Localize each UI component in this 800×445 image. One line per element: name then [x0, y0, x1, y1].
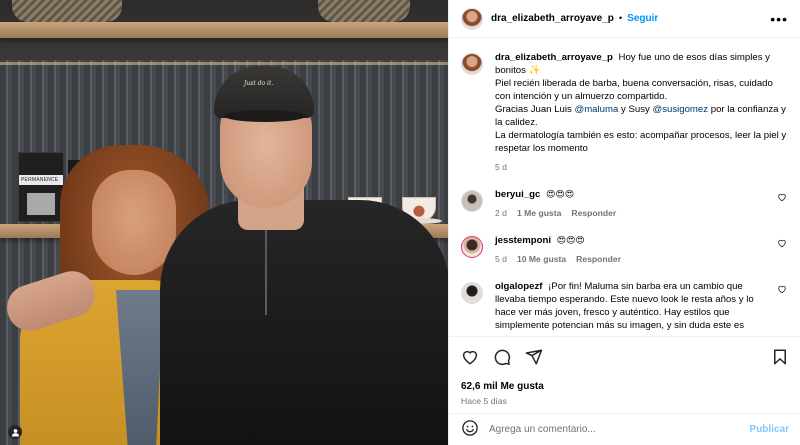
mention-link[interactable]: @susigomez: [652, 104, 708, 115]
caption-line: Piel recién liberada de barba, buena con…: [495, 78, 773, 102]
commenter-avatar[interactable]: [461, 236, 483, 258]
post-actions: 62,6 mil Me gusta Hace 5 días: [449, 336, 800, 406]
caption-line: Gracias Juan Luis @maluma y Susy @susigo…: [495, 103, 789, 129]
comment-like-icon[interactable]: [777, 238, 789, 251]
comment-likes[interactable]: 10 Me gusta: [517, 253, 566, 266]
like-heart-icon[interactable]: [461, 348, 479, 369]
comment-body: olgalopezf ¡Por fin! Maluma sin barba er…: [495, 280, 771, 332]
comment-time[interactable]: 5 d: [495, 253, 507, 266]
comment-item: beryui_gc 😍😍😍 2 d 1 Me gusta Responder: [461, 188, 789, 220]
likes-count[interactable]: 62,6 mil Me gusta: [461, 381, 789, 392]
add-comment-bar: Publicar: [449, 413, 800, 445]
commenter-avatar[interactable]: [461, 282, 483, 304]
publish-comment-button[interactable]: Publicar: [750, 424, 789, 435]
post-photo[interactable]: PERMANENCE Just do it.: [0, 0, 448, 445]
caption-line: La dermatología también es esto: acompañ…: [495, 130, 787, 154]
photo-cap-brim: [224, 110, 306, 122]
share-paper-plane-icon[interactable]: [525, 348, 543, 369]
reply-button[interactable]: Responder: [576, 253, 621, 266]
comments-list[interactable]: dra_elizabeth_arroyave_p Hoy fue uno de …: [449, 39, 800, 336]
mention-link[interactable]: @maluma: [574, 104, 618, 115]
post-header: dra_elizabeth_arroyave_p • Seguir •••: [449, 0, 800, 38]
action-icons: [461, 347, 789, 369]
post-side-panel: dra_elizabeth_arroyave_p • Seguir ••• dr…: [448, 0, 800, 445]
comment-username[interactable]: olgalopezf: [495, 281, 542, 292]
comment-like-icon[interactable]: [777, 284, 789, 297]
comment-item: jesstemponi 😍😍😍 5 d 10 Me gusta Responde…: [461, 234, 789, 266]
photo-zipper: [265, 215, 267, 315]
comment-text: 😍😍😍: [556, 235, 585, 245]
caption-body: dra_elizabeth_arroyave_p Hoy fue uno de …: [495, 51, 789, 174]
comment-username[interactable]: jesstemponi: [495, 235, 551, 246]
follow-button[interactable]: Seguir: [627, 13, 658, 24]
reply-button[interactable]: Responder: [571, 207, 616, 220]
photo-shelf: [0, 22, 448, 38]
more-options-icon[interactable]: •••: [770, 12, 788, 26]
photo-basket: [12, 0, 122, 22]
photo-box-label: PERMANENCE: [21, 177, 59, 183]
photo-person-man: [160, 200, 448, 445]
commenter-avatar[interactable]: [461, 190, 483, 212]
save-bookmark-icon[interactable]: [771, 348, 789, 369]
author-username[interactable]: dra_elizabeth_arroyave_p: [491, 13, 614, 24]
author-avatar[interactable]: [461, 53, 483, 75]
header-separator: •: [618, 13, 623, 24]
comment-username[interactable]: beryui_gc: [495, 189, 540, 200]
comment-input[interactable]: [489, 424, 750, 435]
comment-time[interactable]: 2 d: [495, 207, 507, 220]
comment-body: jesstemponi 😍😍😍 5 d 10 Me gusta Responde…: [495, 234, 771, 266]
author-avatar[interactable]: [461, 7, 483, 30]
comment-body: beryui_gc 😍😍😍 2 d 1 Me gusta Responder: [495, 188, 771, 220]
post-date[interactable]: Hace 5 días: [461, 396, 789, 406]
photo-basket: [318, 0, 410, 22]
emoji-smiley-icon[interactable]: [461, 419, 479, 440]
photo-light: [0, 62, 448, 65]
comment-item: olgalopezf ¡Por fin! Maluma sin barba er…: [461, 280, 789, 332]
post-caption: dra_elizabeth_arroyave_p Hoy fue uno de …: [461, 51, 789, 174]
comment-meta: 5 d 10 Me gusta Responder: [495, 253, 771, 266]
photo-product-box: PERMANENCE: [18, 152, 64, 222]
caption-meta: 5 d: [495, 161, 789, 174]
instagram-post-modal: PERMANENCE Just do it. dra_elizabeth_arr…: [0, 0, 800, 445]
comment-like-icon[interactable]: [777, 192, 789, 205]
comment-likes[interactable]: 1 Me gusta: [517, 207, 561, 220]
caption-username[interactable]: dra_elizabeth_arroyave_p: [495, 52, 613, 63]
comment-bubble-icon[interactable]: [493, 348, 511, 369]
comment-text: 😍😍😍: [546, 189, 575, 199]
photo-cap-text: Just do it.: [244, 80, 274, 87]
caption-time[interactable]: 5 d: [495, 161, 507, 174]
caption-text: y Susy: [618, 104, 653, 115]
comment-meta: 2 d 1 Me gusta Responder: [495, 207, 771, 220]
photo-person-woman-face: [92, 170, 176, 275]
tagged-user-icon[interactable]: [8, 425, 22, 439]
caption-text: Gracias Juan Luis: [495, 104, 575, 115]
